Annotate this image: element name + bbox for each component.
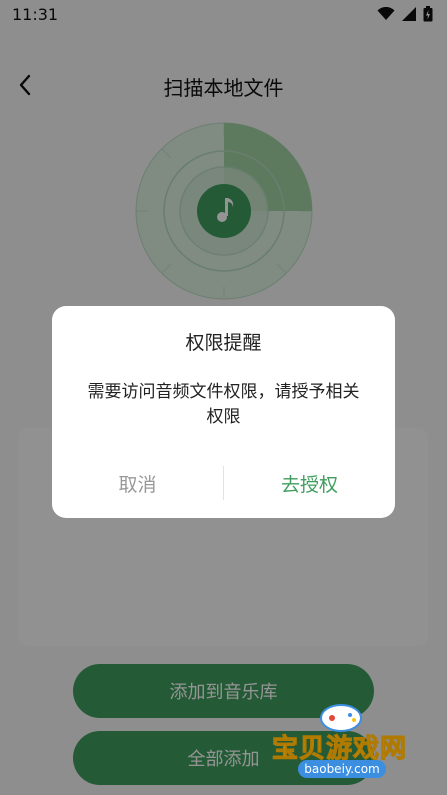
cancel-button[interactable]: 取消 [52,460,223,506]
dialog-message: 需要访问音频文件权限，请授予相关权限 [87,382,360,427]
site-watermark: 宝贝游戏网 baobeiy.com [268,700,418,790]
watermark-url: baobeiy.com [298,760,386,778]
grant-permission-button[interactable]: 去授权 [224,460,395,506]
dialog-title: 权限提醒 [185,332,262,354]
permission-dialog: 权限提醒 需要访问音频文件权限，请授予相关权限 取消 去授权 [52,306,395,518]
dialog-actions: 取消 去授权 [52,460,395,506]
